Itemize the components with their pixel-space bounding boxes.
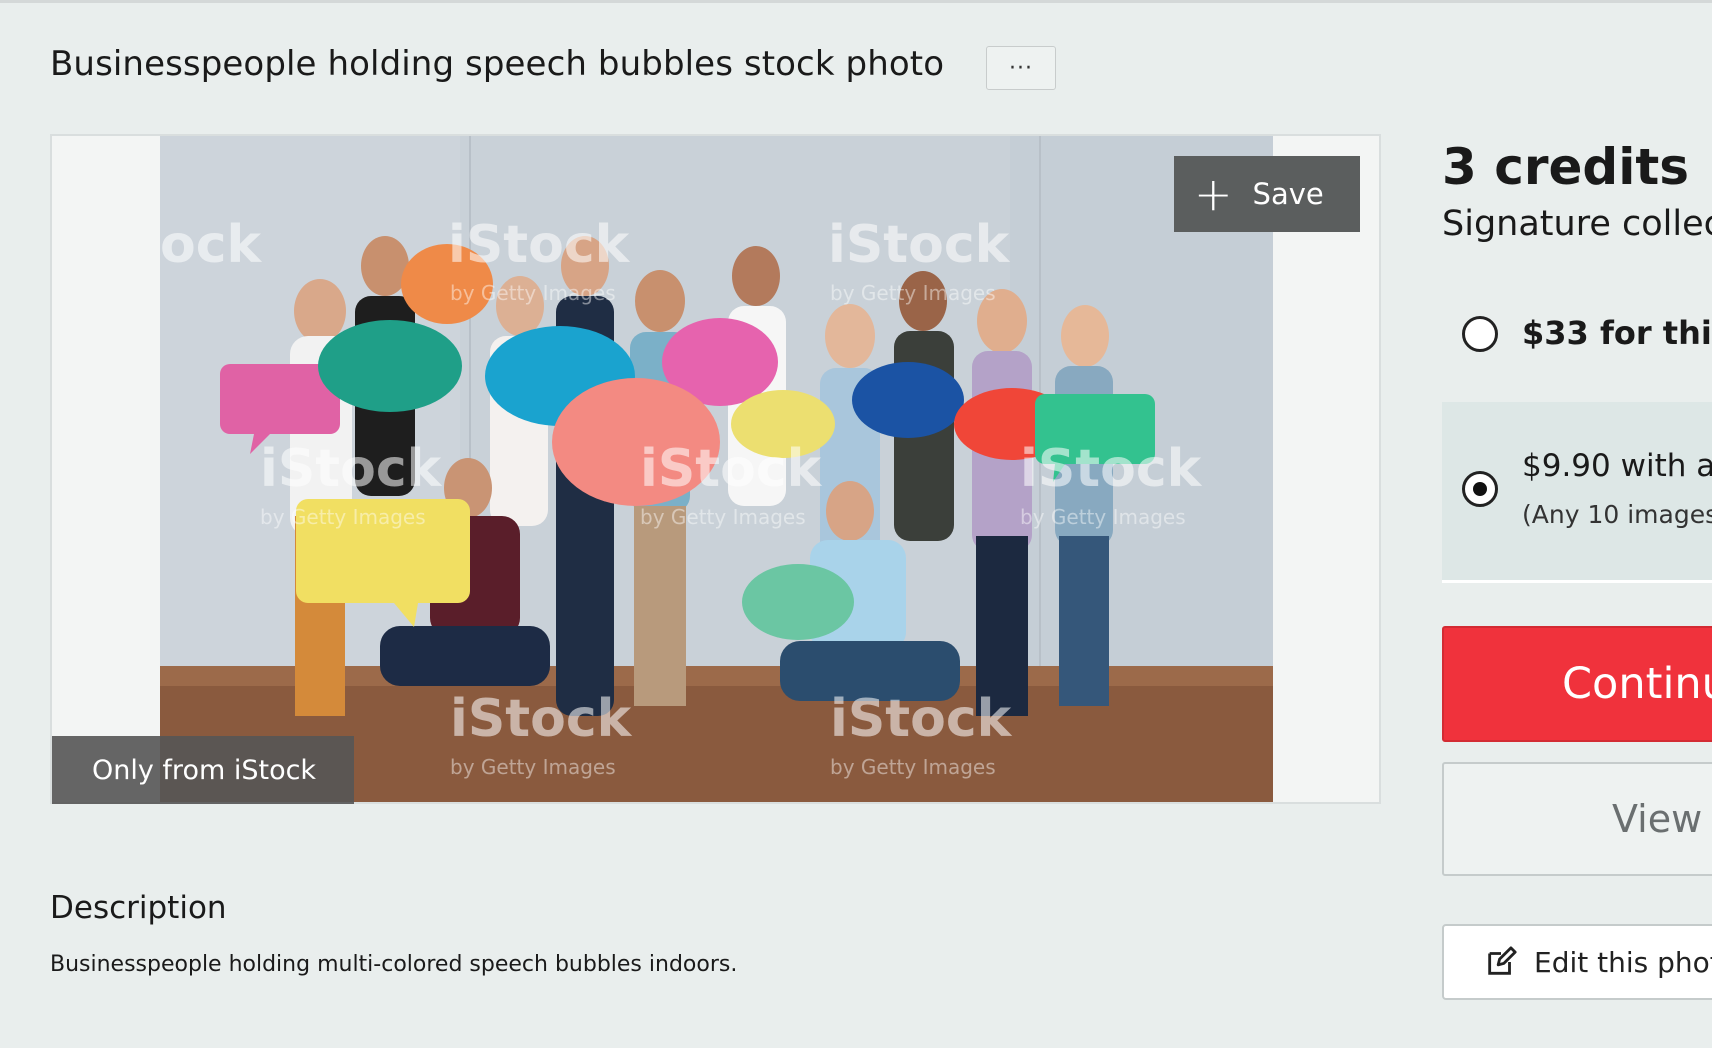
svg-text:by Getty Images: by Getty Images xyxy=(1020,505,1186,529)
image-frame: ock iStock iStock iStock iStock iStock i… xyxy=(50,134,1381,804)
option-subscription-sublabel: (Any 10 images xyxy=(1522,500,1712,529)
radio-selected[interactable] xyxy=(1462,471,1498,507)
svg-text:ock: ock xyxy=(160,215,263,275)
svg-text:by Getty Images: by Getty Images xyxy=(260,505,426,529)
pricing-option-subscription[interactable]: $9.90 with a (Any 10 images xyxy=(1442,402,1712,583)
collection-label: Signature collec xyxy=(1442,204,1712,244)
svg-text:iStock: iStock xyxy=(450,689,633,749)
svg-text:iStock: iStock xyxy=(1020,439,1203,499)
svg-text:by Getty Images: by Getty Images xyxy=(830,281,996,305)
description-text: Businesspeople holding multi-colored spe… xyxy=(50,952,738,977)
svg-text:iStock: iStock xyxy=(260,439,443,499)
edit-icon xyxy=(1488,946,1517,975)
continue-button[interactable]: Continu xyxy=(1442,626,1712,742)
svg-text:iStock: iStock xyxy=(828,215,1011,275)
option-single-label: $33 for this i xyxy=(1522,314,1712,352)
view-plans-button[interactable]: View p xyxy=(1442,762,1712,876)
description-heading: Description xyxy=(50,890,227,926)
pricing-option-single[interactable]: $33 for this i xyxy=(1442,300,1712,400)
plus-icon: + xyxy=(1194,167,1233,221)
save-button[interactable]: + Save xyxy=(1174,156,1360,232)
more-options-button[interactable]: ··· xyxy=(986,46,1056,90)
stock-photo[interactable]: ock iStock iStock iStock iStock iStock i… xyxy=(160,136,1273,804)
radio-dot xyxy=(1473,482,1487,496)
page-title: Businesspeople holding speech bubbles st… xyxy=(50,44,945,84)
svg-text:by Getty Images: by Getty Images xyxy=(450,281,616,305)
svg-text:by Getty Images: by Getty Images xyxy=(450,755,616,779)
edit-photo-label: Edit this phot xyxy=(1534,945,1712,979)
svg-text:by Getty Images: by Getty Images xyxy=(640,505,806,529)
radio-unselected[interactable] xyxy=(1462,316,1498,352)
top-divider xyxy=(0,0,1712,3)
option-subscription-label: $9.90 with a xyxy=(1522,448,1712,484)
save-label: Save xyxy=(1252,177,1324,211)
exclusive-badge: Only from iStock xyxy=(52,736,354,804)
svg-text:by Getty Images: by Getty Images xyxy=(830,755,996,779)
credits-price: 3 credits xyxy=(1442,138,1689,196)
svg-text:iStock: iStock xyxy=(640,439,823,499)
svg-text:iStock: iStock xyxy=(830,689,1013,749)
edit-photo-button[interactable]: Edit this phot xyxy=(1442,924,1712,1000)
svg-text:iStock: iStock xyxy=(448,215,631,275)
